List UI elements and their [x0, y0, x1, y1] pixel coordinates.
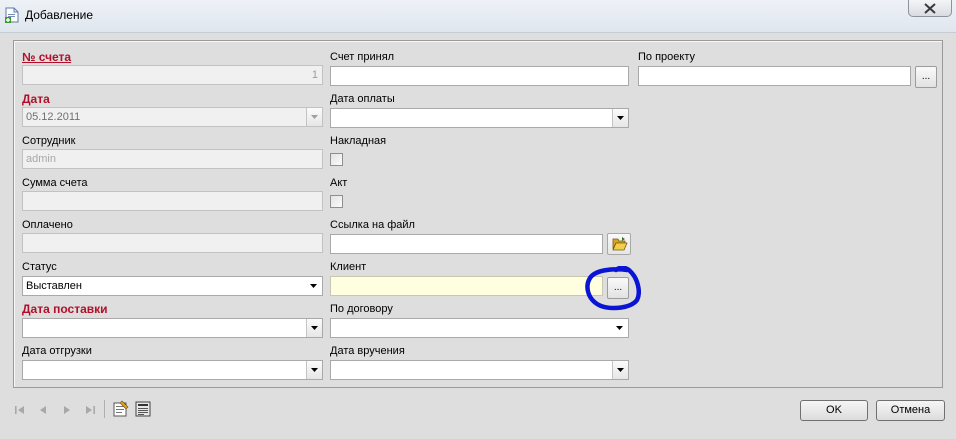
handover-date-picker[interactable]	[330, 360, 629, 380]
open-file-button[interactable]	[607, 233, 631, 255]
save-record-icon[interactable]	[134, 400, 152, 418]
ok-button[interactable]: OK	[800, 400, 868, 421]
folder-open-icon	[612, 237, 628, 251]
shipment-date-label: Дата отгрузки	[22, 345, 92, 357]
contract-label: По договору	[330, 303, 393, 315]
status-dropdown[interactable]	[306, 277, 322, 295]
close-icon	[924, 3, 936, 14]
date-field: 05.12.2011	[22, 107, 323, 127]
date-label: Дата	[22, 92, 50, 106]
window-title: Добавление	[25, 8, 93, 22]
employee-label: Сотрудник	[22, 135, 76, 147]
payment-date-dropdown[interactable]	[612, 109, 628, 127]
chevron-down-icon	[617, 368, 624, 372]
payment-date-label: Дата оплаты	[330, 93, 395, 105]
edit-record-icon[interactable]	[112, 400, 130, 418]
project-label: По проекту	[638, 51, 695, 63]
employee-field: admin	[22, 149, 323, 169]
title-bar: Добавление	[0, 0, 956, 33]
project-input[interactable]	[638, 66, 911, 86]
file-link-input[interactable]	[330, 234, 603, 254]
shipment-date-dropdown[interactable]	[306, 361, 322, 379]
contract-select[interactable]	[330, 318, 629, 338]
paid-field	[22, 233, 323, 253]
waybill-checkbox[interactable]	[330, 153, 343, 166]
status-label: Статус	[22, 261, 57, 273]
invoice-amount-label: Сумма счета	[22, 177, 88, 189]
chevron-down-icon	[311, 368, 318, 372]
project-browse-button[interactable]: ...	[915, 66, 937, 88]
handover-date-label: Дата вручения	[330, 345, 405, 357]
invoice-number-label: № счета	[22, 50, 72, 64]
previous-record-icon[interactable]	[37, 404, 49, 416]
delivery-date-picker[interactable]	[22, 318, 323, 338]
chevron-down-icon	[311, 326, 318, 330]
client-label: Клиент	[330, 261, 367, 273]
chevron-down-icon	[311, 115, 318, 119]
chevron-down-icon	[310, 284, 317, 288]
cancel-button[interactable]: Отмена	[876, 400, 945, 421]
last-record-icon[interactable]	[84, 404, 96, 416]
toolbar-separator	[104, 400, 105, 418]
chevron-down-icon	[616, 326, 623, 330]
delivery-date-dropdown[interactable]	[306, 319, 322, 337]
shipment-date-picker[interactable]	[22, 360, 323, 380]
payment-date-picker[interactable]	[330, 108, 629, 128]
client-browse-button[interactable]: ...	[607, 277, 629, 299]
first-record-icon[interactable]	[14, 404, 26, 416]
status-value: Выставлен	[26, 280, 82, 292]
delivery-date-label: Дата поставки	[22, 302, 108, 316]
next-record-icon[interactable]	[61, 404, 73, 416]
accepted-by-input[interactable]	[330, 66, 629, 86]
waybill-label: Накладная	[330, 135, 387, 147]
status-select[interactable]: Выставлен	[22, 276, 323, 296]
document-add-icon	[5, 7, 19, 23]
act-checkbox[interactable]	[330, 195, 343, 208]
accepted-by-label: Счет принял	[330, 51, 395, 63]
close-button[interactable]	[908, 0, 952, 17]
invoice-number-field: 1	[22, 65, 323, 85]
client-input[interactable]	[330, 276, 603, 296]
invoice-amount-field	[22, 191, 323, 211]
date-value: 05.12.2011	[26, 111, 81, 123]
act-label: Акт	[330, 177, 348, 189]
paid-label: Оплачено	[22, 219, 73, 231]
date-dropdown	[306, 108, 322, 126]
file-link-label: Ссылка на файл	[330, 219, 415, 231]
handover-date-dropdown[interactable]	[612, 361, 628, 379]
chevron-down-icon	[617, 116, 624, 120]
contract-dropdown[interactable]	[612, 319, 628, 337]
